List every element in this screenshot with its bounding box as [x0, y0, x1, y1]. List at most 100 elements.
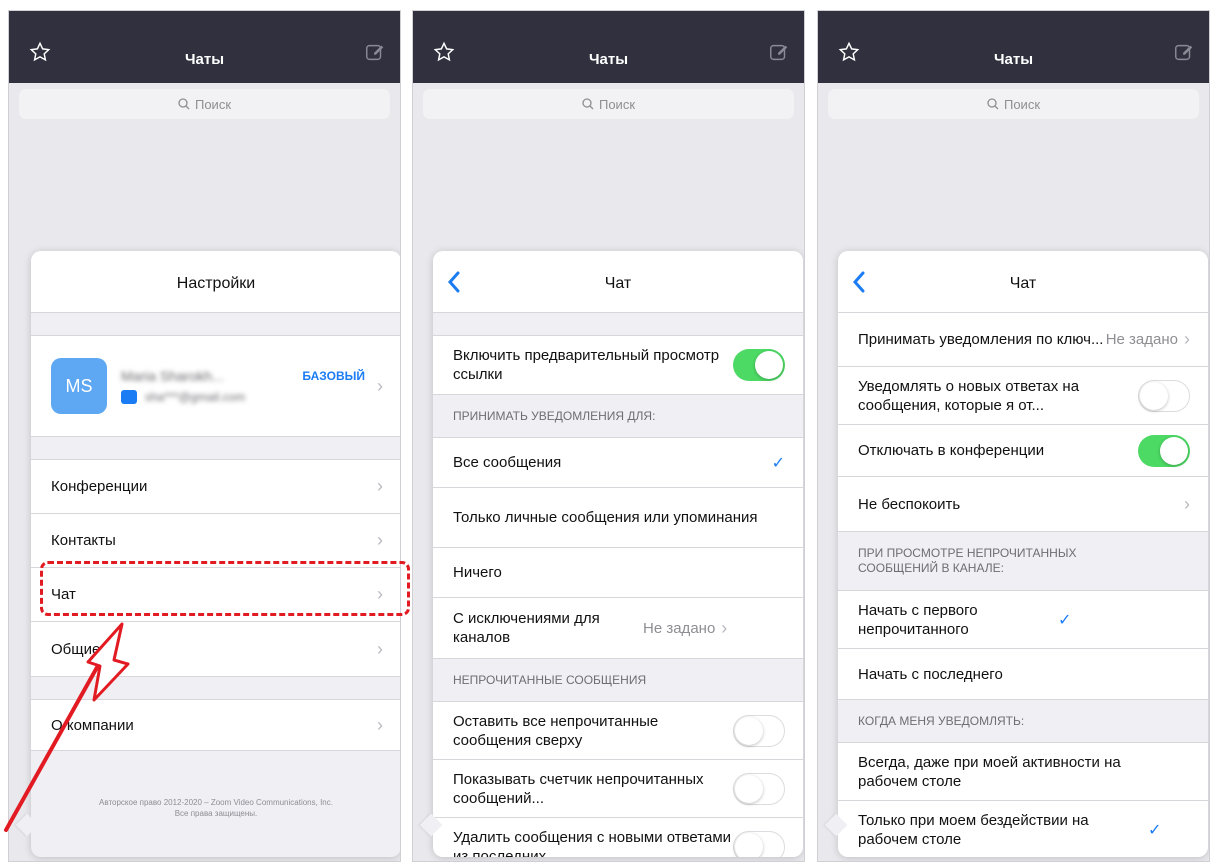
- toggle-knob: [735, 833, 763, 857]
- toggle-knob: [735, 716, 763, 745]
- notify-option-private[interactable]: Только личные сообщения или упоминания: [433, 488, 803, 548]
- notify-exceptions-row[interactable]: С исключениями для каналов Не задано ›: [433, 598, 803, 658]
- unread-remove-toggle[interactable]: [733, 831, 785, 857]
- page-title: Чаты: [588, 51, 629, 68]
- popover-header: Настройки: [31, 251, 400, 313]
- chevron-right-icon: ›: [377, 476, 383, 496]
- mute-in-meeting-toggle[interactable]: [1138, 434, 1190, 467]
- page-title: Чаты: [993, 51, 1034, 68]
- phone-panel-chat-1: Чаты Поиск Чат Включить предварительный …: [412, 10, 805, 862]
- option-label: Начать с первого непрочитанного: [858, 601, 978, 638]
- keywords-row[interactable]: Принимать уведомления по ключ... Не задан…: [838, 313, 1208, 367]
- toggle-knob: [1160, 436, 1188, 465]
- plan-badge: БАЗОВЫЙ: [302, 369, 365, 383]
- channel-options-group: Начать с первого непрочитанного ✓ Начать …: [838, 590, 1208, 700]
- chevron-right-icon: ›: [1184, 329, 1190, 349]
- chat-highlight-box: [40, 561, 410, 616]
- option-label: Только личные сообщения или упоминания: [453, 509, 758, 526]
- section-header: ПРИНИМАТЬ УВЕДОМЛЕНИЯ ДЛЯ:: [453, 408, 656, 423]
- popover-title: Чат: [1009, 275, 1037, 292]
- search-input[interactable]: Поиск: [423, 89, 794, 119]
- option-label: Показывать счетчик непрочитанных сообщен…: [453, 770, 704, 807]
- link-preview-group: Включить предварительный просмотр ссылки: [433, 335, 803, 395]
- chat-settings-popover: Чат Включить предварительный просмотр сс…: [433, 251, 803, 857]
- when-option-idle[interactable]: Только при моем бездействии на рабочем с…: [838, 801, 1208, 857]
- reply-notify-toggle[interactable]: [1138, 379, 1190, 412]
- search-icon: [987, 98, 999, 110]
- avatar: MS: [51, 358, 107, 414]
- section-header: ПРИ ПРОСМОТРЕ НЕПРОЧИТАННЫХ СООБЩЕНИЙ В …: [858, 546, 1077, 575]
- popover-header: Чат: [838, 251, 1208, 313]
- option-label: Принимать уведомления по ключ...: [858, 331, 1104, 348]
- option-label: С исключениями для каналов: [453, 610, 600, 646]
- search-input[interactable]: Поиск: [19, 89, 390, 119]
- search-placeholder: Поиск: [1003, 96, 1041, 112]
- link-preview-toggle[interactable]: [733, 349, 785, 381]
- profile-email: sha***@gmail.com: [145, 390, 246, 404]
- notify-option-all[interactable]: Все сообщения ✓: [433, 438, 803, 488]
- unread-counter-toggle[interactable]: [733, 772, 785, 805]
- toggle-knob: [755, 351, 783, 379]
- popover-title: Чат: [604, 275, 632, 292]
- chevron-right-icon: ›: [1184, 493, 1190, 514]
- unread-keep-top-toggle[interactable]: [733, 714, 785, 747]
- exceptions-value: Не задано: [643, 619, 716, 637]
- checkmark-icon: ✓: [1148, 822, 1162, 839]
- top-bar: Чаты: [9, 11, 400, 83]
- option-label: Ничего: [453, 564, 502, 581]
- option-label: Всегда, даже при моей активности на рабо…: [858, 753, 1121, 790]
- chevron-right-icon: ›: [377, 714, 383, 735]
- video-icon: [121, 390, 137, 404]
- link-preview-label: Включить предварительный просмотр ссылки: [453, 347, 720, 383]
- link-preview-row: Включить предварительный просмотр ссылки: [433, 336, 803, 394]
- option-label: Удалить сообщения с новыми ответами из п…: [453, 829, 732, 857]
- option-label: Уведомлять о новых ответах на сообщения,…: [858, 377, 1080, 414]
- toggle-knob: [1140, 381, 1168, 410]
- keywords-value: Не задано: [1105, 331, 1178, 348]
- settings-item-contacts[interactable]: Контакты ›: [31, 514, 400, 568]
- reply-notify-row: Уведомлять о новых ответах на сообщения,…: [838, 367, 1208, 425]
- unread-counter-row: Показывать счетчик непрочитанных сообщен…: [433, 760, 803, 818]
- section-header: НЕПРОЧИТАННЫЕ СООБЩЕНИЯ: [453, 672, 647, 687]
- option-label: Все сообщения: [453, 454, 562, 471]
- profile-group: MS Maria Sharokh... БАЗОВЫЙ sha***@gmail…: [31, 335, 400, 437]
- option-label: Только при моем бездействии на рабочем с…: [858, 812, 1089, 848]
- popover-title: Настройки: [176, 275, 256, 292]
- compose-icon[interactable]: [768, 41, 790, 63]
- option-label: Не беспокоить: [858, 495, 961, 513]
- top-bar: Чаты: [818, 11, 1209, 83]
- checkmark-icon: ✓: [771, 454, 785, 472]
- chevron-right-icon: ›: [721, 617, 728, 638]
- section-header: КОГДА МЕНЯ УВЕДОМЛЯТЬ:: [858, 713, 1025, 728]
- search-input[interactable]: Поиск: [828, 89, 1199, 119]
- unread-keep-top-row: Оставить все непрочитанные сообщения све…: [433, 702, 803, 760]
- option-label: Отключать в конференции: [858, 442, 1045, 459]
- notify-option-nothing[interactable]: Ничего: [433, 548, 803, 598]
- page-title: Чаты: [184, 51, 225, 68]
- profile-row[interactable]: MS Maria Sharokh... БАЗОВЫЙ sha***@gmail…: [31, 336, 400, 436]
- option-label: Оставить все непрочитанные сообщения све…: [453, 712, 659, 749]
- settings-item-conferences[interactable]: Конференции ›: [31, 460, 400, 514]
- search-icon: [178, 98, 190, 110]
- search-placeholder: Поиск: [194, 96, 232, 112]
- channel-option-first-unread[interactable]: Начать с первого непрочитанного ✓: [838, 591, 1208, 649]
- settings-item-label: Контакты: [51, 532, 116, 549]
- popover-header: Чат: [433, 251, 803, 313]
- when-option-always[interactable]: Всегда, даже при моей активности на рабо…: [838, 743, 1208, 801]
- phone-panel-chat-2: Чаты Поиск Чат Принимать уведомления по …: [817, 10, 1210, 862]
- annotation-arrow: [4, 622, 130, 832]
- unread-group: Оставить все непрочитанные сообщения све…: [433, 701, 803, 857]
- chevron-right-icon: ›: [377, 638, 383, 659]
- do-not-disturb-row[interactable]: Не беспокоить ›: [838, 477, 1208, 531]
- chevron-right-icon: ›: [377, 375, 383, 396]
- channel-option-latest[interactable]: Начать с последнего: [838, 649, 1208, 699]
- notify-options-group: Все сообщения ✓ Только личные сообщения и…: [433, 437, 803, 659]
- mute-in-meeting-row: Отключать в конференции: [838, 425, 1208, 477]
- compose-icon[interactable]: [364, 41, 386, 63]
- option-label: Начать с последнего: [858, 665, 1003, 683]
- profile-name: Maria Sharokh...: [121, 368, 224, 384]
- search-icon: [582, 98, 594, 110]
- chevron-right-icon: ›: [377, 530, 383, 550]
- settings-item-label: Конференции: [51, 478, 148, 495]
- compose-icon[interactable]: [1173, 41, 1195, 63]
